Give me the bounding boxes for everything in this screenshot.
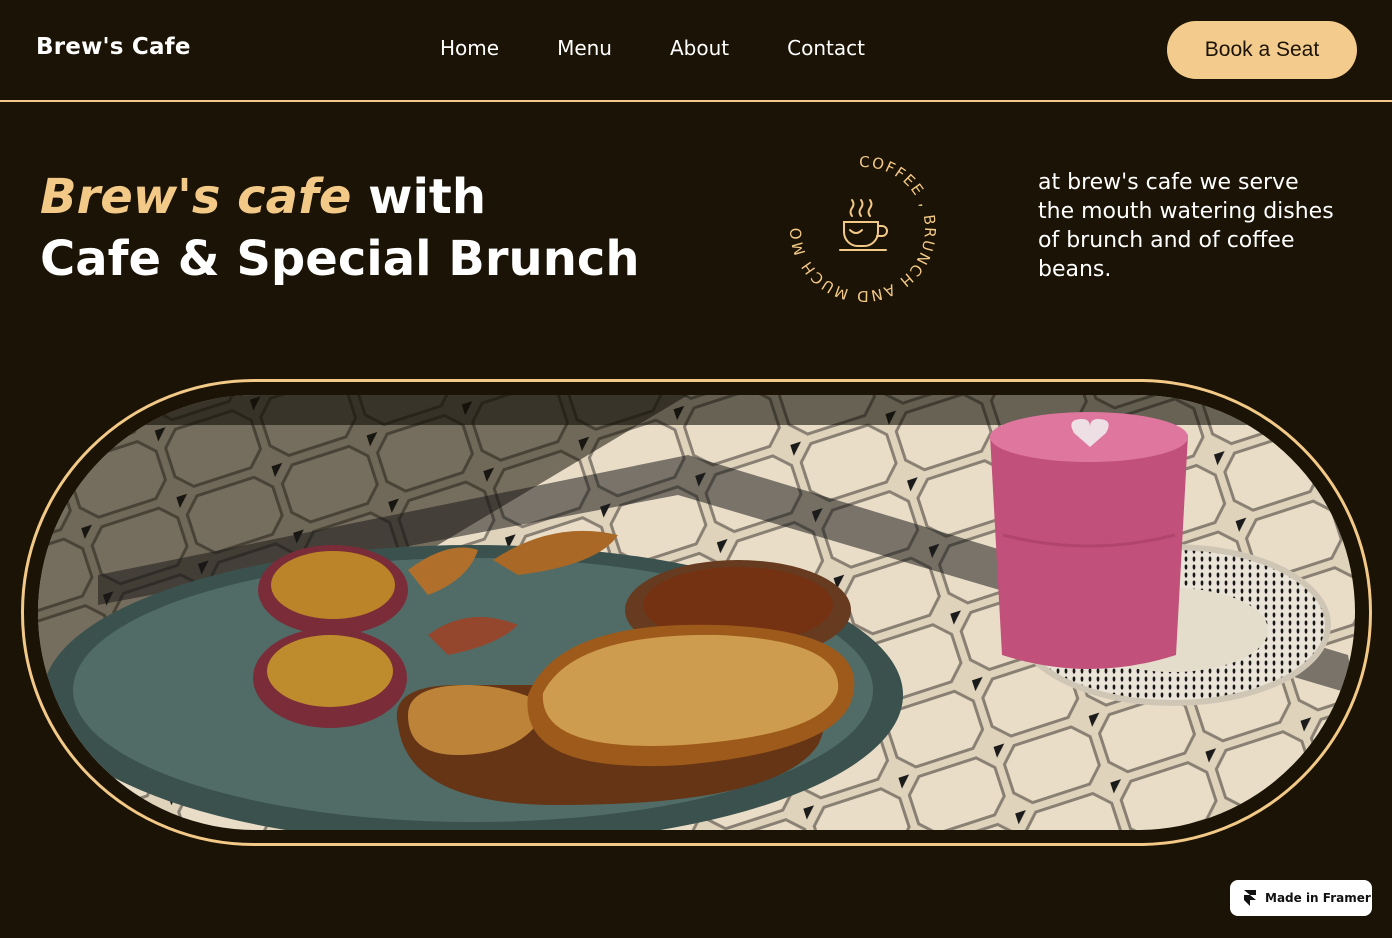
badge-circular-text: COFFEE , BRUNCH AND MUCH MORE DISH	[784, 150, 939, 305]
nav-link-menu[interactable]: Menu	[557, 36, 612, 60]
hero-title-accent: Brew's cafe	[40, 169, 352, 225]
hero-description: at brew's cafe we serve the mouth wateri…	[1038, 170, 1334, 282]
top-navigation: Brew's Cafe Home Menu About Contact Book…	[0, 0, 1392, 102]
brand-logo-text[interactable]: Brew's Cafe	[36, 34, 191, 60]
nav-link-contact[interactable]: Contact	[787, 36, 865, 60]
nav-links: Home Menu About Contact	[440, 36, 923, 60]
framer-logo-icon	[1244, 890, 1256, 906]
hero-title-line2: Cafe & Special Brunch	[40, 231, 640, 287]
made-in-framer-label: Made in Framer	[1265, 891, 1371, 905]
circular-badge-graphic: COFFEE , BRUNCH AND MUCH MORE DISH	[777, 136, 939, 305]
badge-text-path: COFFEE , BRUNCH AND MUCH MORE DISH	[777, 136, 937, 305]
nav-link-home[interactable]: Home	[440, 36, 499, 60]
hero-image-frame	[21, 379, 1372, 846]
book-a-seat-button[interactable]: Book a Seat	[1167, 21, 1357, 79]
hero-title: Brew's cafe with Cafe & Special Brunch	[40, 166, 640, 290]
nav-link-about[interactable]: About	[670, 36, 729, 60]
coffee-cup-icon	[839, 199, 888, 251]
hero-image	[38, 395, 1355, 830]
hero-title-rest: with	[351, 169, 487, 225]
made-in-framer-badge[interactable]: Made in Framer	[1230, 880, 1372, 916]
circular-text-badge: COFFEE , BRUNCH AND MUCH MORE DISH	[777, 136, 942, 308]
brunch-photo-illustration	[38, 395, 1355, 830]
